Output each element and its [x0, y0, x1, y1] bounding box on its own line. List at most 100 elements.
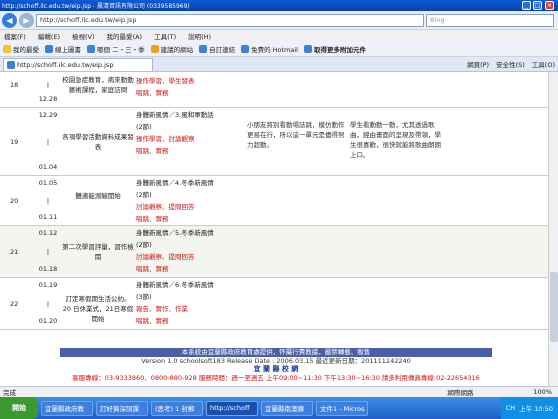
back-icon[interactable]: ◀ — [2, 12, 17, 28]
page-content: 1812.22|12.28校園急症教育，病來動動 藝術課程，家庭訪問(2節)操作… — [0, 72, 558, 386]
topic: 第二次學習評量，習作檢閱 — [62, 243, 134, 261]
taskbar-item[interactable]: (思考) 1 封郵 — [151, 400, 203, 416]
date-from: 01.12 — [38, 229, 58, 237]
language-indicator[interactable]: CH — [506, 404, 515, 412]
close-button[interactable]: × — [545, 1, 554, 10]
taskbar: 開始 宜蘭縣政府教 訂好資深詞課 (思考) 1 封郵 http://schoff… — [0, 397, 558, 419]
date-to: 12.28 — [38, 95, 58, 103]
topic: 體適能測驗開始 — [75, 192, 121, 200]
method-line: (3節) — [136, 293, 152, 301]
date-separator: | — [46, 300, 50, 308]
date-to: 01.04 — [38, 163, 58, 171]
fav-item-6[interactable]: 取得更多附加元件 — [303, 44, 366, 54]
menu-tools[interactable]: 工具(T) — [154, 31, 176, 41]
fav-item-4[interactable]: 自訂連結 — [199, 44, 235, 54]
system-tray: CH 上午 10:50 — [500, 397, 558, 419]
menu-file[interactable]: 檔案(F) — [4, 31, 26, 41]
page-icon — [7, 61, 15, 69]
window-title: http://schoff.ilc.edu.tw/eip.jsp - 晨清資訊有… — [2, 3, 190, 10]
page-icon — [87, 44, 95, 53]
fav-item-5[interactable]: 免費的 Hotmail — [241, 44, 298, 54]
date-separator: | — [46, 197, 50, 205]
method-line: 唱跳、實務 — [136, 89, 169, 97]
star-icon — [3, 44, 11, 53]
fav-item-1[interactable]: 線上圖書 — [45, 44, 81, 54]
method-line: 唱跳、實務 — [136, 265, 169, 273]
topic: 訂定寒假期生活公約。20 日休業式，21日寒假開始 — [62, 295, 134, 323]
status-text: 完成 — [3, 389, 16, 397]
menu-edit[interactable]: 編輯(E) — [38, 31, 60, 41]
effect-note: 學生看動動一動，尤其透過歌曲，經由畫面的呈現及帶領，學生很喜歡，很快就能將歌曲朗… — [350, 121, 441, 159]
week-number: 20 — [10, 197, 19, 205]
favorites-bar: 我的最愛 線上圖書 哪個 二・三・季 建議的網站 自訂連結 免費的 Hotmai… — [0, 41, 558, 57]
method-line: 唱跳、實務 — [136, 317, 169, 325]
security-zone: 網際網路 — [447, 389, 474, 397]
date-from: 01.05 — [38, 179, 58, 187]
zoom-level[interactable]: 100% — [533, 388, 552, 396]
week-number: 19 — [10, 138, 19, 146]
fav-item-2[interactable]: 哪個 二・三・季 — [87, 44, 145, 54]
fav-item-3[interactable]: 建議的網站 — [150, 44, 193, 54]
command-bar: 網頁(P) 安全性(S) 工具(O) — [460, 59, 558, 69]
plan-row: 19 12.29 | 01.04 各項學習活動資料成果發表 身體新風情／3.風和軍動話 (2… — [0, 108, 548, 176]
method-line: (2節) — [136, 191, 152, 199]
week-number: 21 — [10, 248, 19, 256]
method-line: 唱跳、實務 — [136, 215, 169, 223]
method-line: 討論觀察、提問回答 — [136, 203, 195, 211]
date-separator: | — [46, 81, 50, 89]
taskbar-item[interactable]: http://schoff — [206, 400, 258, 416]
page-icon — [241, 44, 250, 53]
method-line: 身體新風情／5.冬季新風情 — [136, 229, 214, 237]
page-icon — [150, 44, 159, 53]
browser-tab[interactable]: http://schoff.ilc.edu.tw/eip.jsp — [3, 57, 153, 71]
menu-favorites[interactable]: 我的最愛(A) — [107, 31, 143, 41]
topic: 各項學習活動資料成果發表 — [62, 133, 134, 151]
window-title-bar: http://schoff.ilc.edu.tw/eip.jsp - 晨清資訊有… — [0, 0, 558, 11]
method-line: 身體新風情／4.冬季新風情 — [136, 179, 214, 187]
page-icon — [45, 44, 53, 53]
cmd-page[interactable]: 網頁(P) — [467, 59, 489, 69]
plan-row: 22 01.19 | 01.20 訂定寒假期生活公約。20 日休業式，21日寒假開始 身體… — [0, 278, 548, 330]
plan-row: 18 12.22 | 12.28 校園急症教育，病來動動 藝術課程，家庭訪問(2節) 操作… — [0, 72, 548, 108]
date-from: 12.22 — [33, 72, 63, 74]
date-to: 01.11 — [38, 213, 58, 221]
week-number: 22 — [10, 300, 19, 308]
date-to: 01.18 — [38, 265, 58, 273]
method-line: 報告、實作、作業 — [136, 305, 188, 313]
taskbar-item[interactable]: 訂好資深詞課 — [96, 400, 148, 416]
vertical-scrollbar[interactable] — [548, 72, 558, 386]
page-icon — [199, 44, 208, 53]
footer-notice: 本系統由宜蘭縣政府教育處提供，怀屬行費教據，嚴禁轉載、販售 — [60, 348, 492, 357]
minimize-button[interactable]: _ — [522, 1, 531, 10]
tab-bar: http://schoff.ilc.edu.tw/eip.jsp 網頁(P) 安… — [0, 57, 558, 72]
cmd-safety[interactable]: 安全性(S) — [496, 59, 525, 69]
footer-service: 客服專線：03-9333860、0800-880-928 服務時間：週一至週五 … — [72, 374, 480, 382]
method-line: 唱跳、實務 — [136, 147, 169, 155]
date-from: 12.29 — [38, 111, 58, 119]
address-bar: ◀ ▶ http://schoff.ilc.edu.tw/eip.jsp Bin… — [0, 11, 558, 30]
date-to: 01.20 — [38, 317, 58, 325]
method-line: (2節) — [136, 72, 246, 74]
method-line: 操作學習、討論觀察 — [136, 135, 195, 143]
method-line: 操作學習、學生發表 — [136, 77, 195, 85]
taskbar-item[interactable]: 文件1 - Micros — [316, 400, 368, 416]
menu-help[interactable]: 說明(H) — [188, 31, 211, 41]
week-number: 18 — [10, 81, 19, 89]
method-line: 討論觀察、提問回答 — [136, 253, 195, 261]
topic: 校園急症教育，病來動動 藝術課程，家庭訪問 — [62, 76, 134, 94]
forward-icon[interactable]: ▶ — [19, 12, 34, 28]
scroll-thumb[interactable] — [550, 272, 558, 342]
taskbar-item[interactable]: 宜蘭縣南澳鄉 — [261, 400, 313, 416]
footer-site-name[interactable]: 宜 蘭 縣 校 網 — [60, 365, 492, 374]
ability-note: 小朋友將別看動場誌跳，模仿動作更易在行，所以這一單元是儘得努力超動。 — [247, 121, 345, 149]
taskbar-item[interactable]: 宜蘭縣政府教 — [41, 400, 93, 416]
menu-view[interactable]: 檢視(V) — [72, 31, 95, 41]
site-footer: 本系統由宜蘭縣政府教育處提供，怀屬行費教據，嚴禁轉載、販售 Version 1.… — [60, 348, 492, 386]
start-button[interactable]: 開始 — [0, 397, 38, 419]
maximize-button[interactable]: □ — [533, 1, 542, 10]
page-icon — [303, 44, 312, 53]
search-input[interactable]: Bing — [426, 13, 554, 27]
favorites-button[interactable]: 我的最愛 — [3, 44, 39, 54]
cmd-tools[interactable]: 工具(O) — [532, 59, 555, 69]
url-input[interactable]: http://schoff.ilc.edu.tw/eip.jsp — [36, 13, 424, 27]
